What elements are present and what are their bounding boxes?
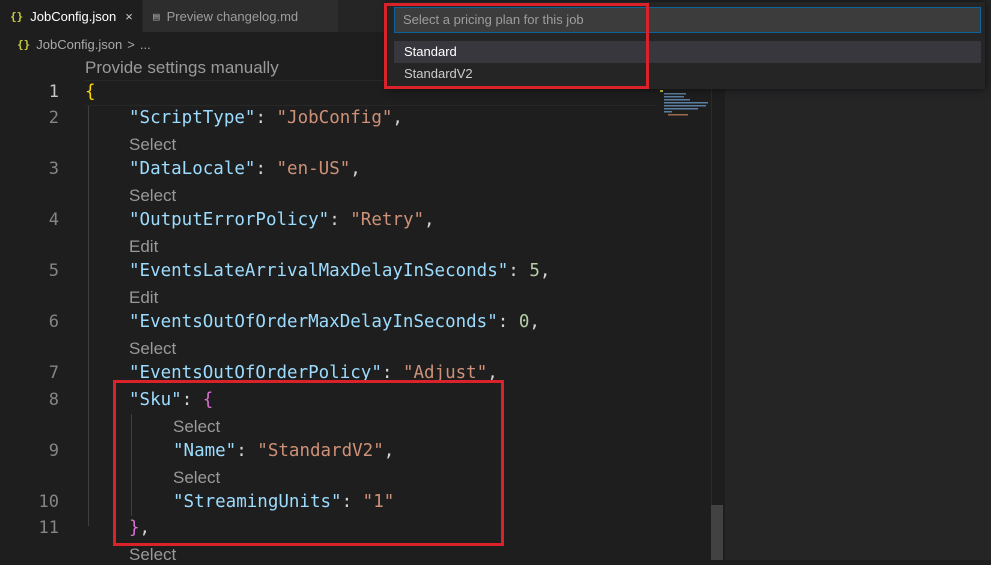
json-key: "EventsLateArrivalMaxDelayInSeconds" (129, 261, 509, 281)
code-line-6[interactable]: "EventsOutOfOrderMaxDelayInSeconds": 0, (129, 310, 540, 334)
close-icon[interactable]: × (125, 9, 133, 24)
indent-guide (88, 106, 89, 526)
codelens-select[interactable]: Select (129, 186, 176, 206)
json-key: "EventsOutOfOrderMaxDelayInSeconds" (129, 312, 498, 332)
line-number: 9 (48, 441, 59, 461)
vertical-scrollbar[interactable] (711, 88, 724, 560)
line-number: 10 (38, 492, 59, 512)
line-number: 5 (48, 261, 59, 281)
line-number: 6 (48, 312, 59, 332)
tab-preview-changelog[interactable]: ▤ Preview changelog.md (143, 0, 338, 32)
code-line-4[interactable]: "OutputErrorPolicy": "Retry", (129, 208, 435, 232)
json-file-icon: {} (17, 37, 31, 51)
line-number: 7 (48, 363, 59, 383)
scrollbar-thumb[interactable] (711, 505, 723, 560)
codelens-edit[interactable]: Edit (129, 288, 158, 308)
line-number: 1 (48, 82, 59, 102)
json-value: "Retry" (350, 210, 425, 230)
preview-icon: ▤ (153, 9, 160, 23)
tab-label: JobConfig.json (30, 8, 117, 24)
json-key: "OutputErrorPolicy" (129, 210, 330, 230)
json-value: 0 (518, 312, 530, 332)
highlight-box-quick-pick (384, 3, 649, 89)
codelens-edit[interactable]: Edit (129, 237, 158, 257)
highlight-box-sku (113, 380, 504, 546)
codelens-select[interactable]: Select (129, 339, 176, 359)
breadcrumb-more[interactable]: ... (140, 37, 151, 52)
codelens-select[interactable]: Select (129, 545, 176, 565)
line-number: 3 (48, 159, 59, 179)
code-line-3[interactable]: "DataLocale": "en-US", (129, 157, 361, 181)
json-key: "ScriptType" (129, 108, 256, 128)
breadcrumb-file[interactable]: JobConfig.json (36, 37, 122, 52)
code-line-5[interactable]: "EventsLateArrivalMaxDelayInSeconds": 5, (129, 259, 550, 283)
line-number: 4 (48, 210, 59, 230)
line-number: 11 (38, 518, 59, 538)
json-key: "DataLocale" (129, 159, 256, 179)
json-file-icon: {} (10, 9, 24, 23)
open-brace: { (85, 82, 96, 102)
codelens-provide-settings[interactable]: Provide settings manually (85, 58, 279, 78)
json-value: 5 (529, 261, 540, 281)
line-number: 2 (48, 108, 59, 128)
line-number: 8 (48, 390, 59, 410)
side-pane (725, 32, 991, 560)
codelens-select[interactable]: Select (129, 135, 176, 155)
chevron-right-icon: > (127, 36, 135, 52)
json-value: "JobConfig" (276, 108, 393, 128)
json-value: "en-US" (276, 159, 351, 179)
code-line-1[interactable]: { (85, 80, 96, 104)
tab-jobconfig-json[interactable]: {} JobConfig.json × (0, 0, 142, 32)
minimap[interactable] (660, 88, 710, 118)
code-line-2[interactable]: "ScriptType": "JobConfig", (129, 106, 403, 130)
tab-label: Preview changelog.md (166, 8, 299, 24)
